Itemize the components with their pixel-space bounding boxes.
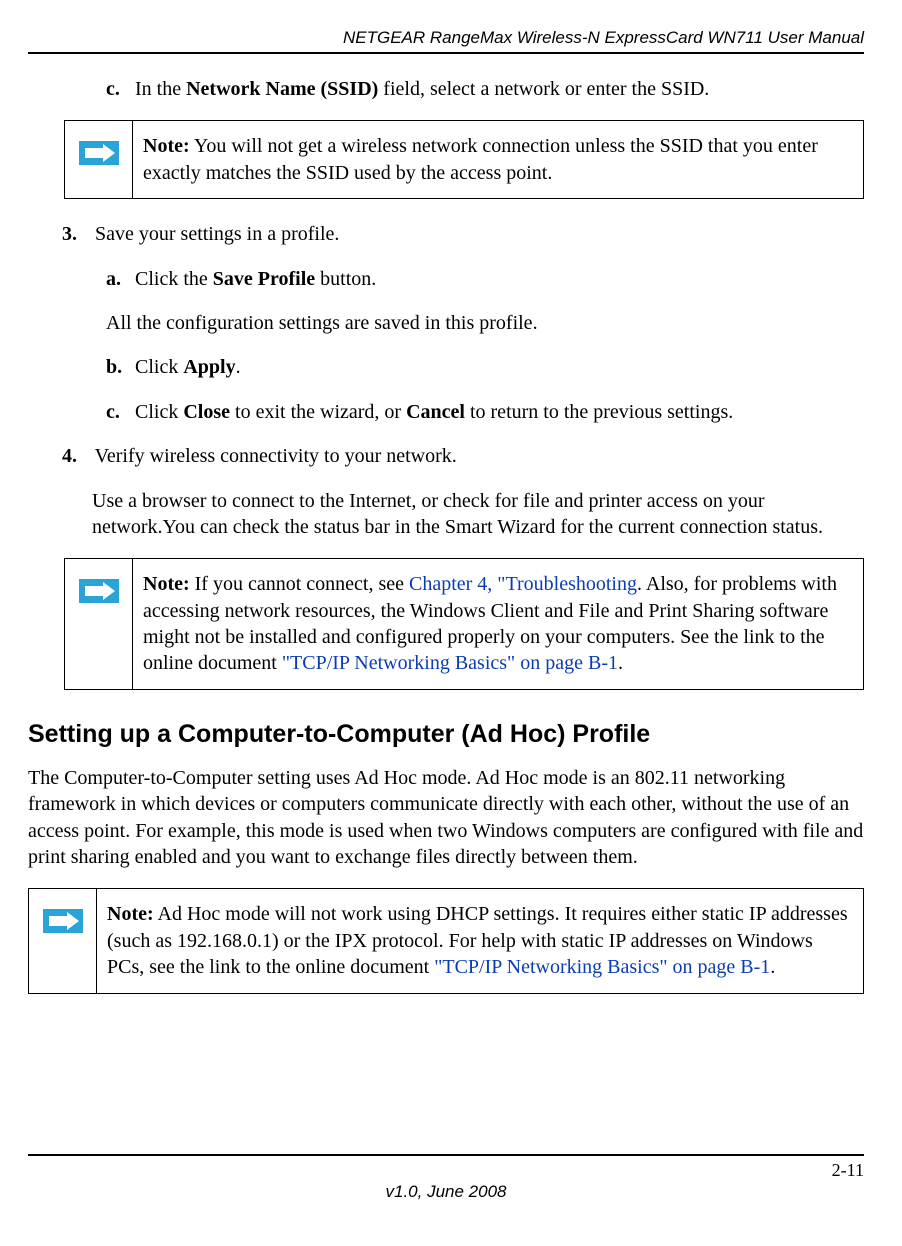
note-label-3: Note: xyxy=(107,903,154,925)
step-3c-text-1: Click xyxy=(135,401,183,423)
arrow-right-icon xyxy=(79,579,119,603)
step-4-text: Verify wireless connectivity to your net… xyxy=(95,445,457,467)
note-icon-cell-2 xyxy=(65,559,133,689)
note-box-1: Note: You will not get a wireless networ… xyxy=(64,120,864,199)
step-3a-text-2: button. xyxy=(315,268,376,290)
note-text-3: Note: Ad Hoc mode will not work using DH… xyxy=(97,889,863,992)
step-3: 3. Save your settings in a profile. xyxy=(62,221,864,247)
step-3b-text-1: Click xyxy=(135,356,183,378)
page-number: 2-11 xyxy=(832,1160,864,1181)
note-icon-cell-3 xyxy=(29,889,97,992)
list-label-3: 3. xyxy=(62,221,90,247)
note-text-2: Note: If you cannot connect, see Chapter… xyxy=(133,559,863,689)
step-3c-text-3: to return to the previous settings. xyxy=(465,401,733,423)
step-2c-text-2: field, select a network or enter the SSI… xyxy=(378,78,709,100)
list-label-3b: b. xyxy=(106,354,130,380)
step-2c-text-1: In the xyxy=(135,78,186,100)
note-label-2: Note: xyxy=(143,573,190,595)
step-3a: a. Click the Save Profile button. xyxy=(106,266,864,292)
step-3c-bold2: Cancel xyxy=(406,401,465,423)
step-2c-bold: Network Name (SSID) xyxy=(186,78,378,100)
note-label-1: Note: xyxy=(143,135,190,157)
note-text-1: Note: You will not get a wireless networ… xyxy=(133,121,863,198)
section-paragraph: The Computer-to-Computer setting uses Ad… xyxy=(28,765,864,871)
step-3c-bold1: Close xyxy=(183,401,230,423)
note2-t1: If you cannot connect, see xyxy=(190,573,409,595)
note3-t2: . xyxy=(770,956,775,978)
note-box-2: Note: If you cannot connect, see Chapter… xyxy=(64,558,864,690)
footer: 2-11 v1.0, June 2008 xyxy=(0,1154,902,1218)
note2-link-1[interactable]: Chapter 4, "Troubleshooting xyxy=(409,573,637,595)
note3-link-1[interactable]: "TCP/IP Networking Basics" on page B-1 xyxy=(434,956,770,978)
step-2c: c. In the Network Name (SSID) field, sel… xyxy=(106,76,864,102)
header-title: NETGEAR RangeMax Wireless-N ExpressCard … xyxy=(28,28,864,48)
step-3a-text-1: Click the xyxy=(135,268,213,290)
note2-link-2[interactable]: "TCP/IP Networking Basics" on page B-1 xyxy=(282,652,618,674)
step-3-text: Save your settings in a profile. xyxy=(95,223,339,245)
note-box-3: Note: Ad Hoc mode will not work using DH… xyxy=(28,888,864,993)
list-label-c: c. xyxy=(106,76,130,102)
list-label-3a: a. xyxy=(106,266,130,292)
step-3c: c. Click Close to exit the wizard, or Ca… xyxy=(106,399,864,425)
arrow-right-icon xyxy=(79,141,119,165)
step-3b: b. Click Apply. xyxy=(106,354,864,380)
note-body-1: You will not get a wireless network conn… xyxy=(143,135,818,183)
section-heading: Setting up a Computer-to-Computer (Ad Ho… xyxy=(28,720,864,749)
footer-rule xyxy=(28,1154,864,1156)
header-rule xyxy=(28,52,864,54)
list-label-4: 4. xyxy=(62,443,90,469)
step-3b-text-2: . xyxy=(236,356,241,378)
note2-t3: . xyxy=(618,652,623,674)
arrow-right-icon xyxy=(43,909,83,933)
step-3c-text-2: to exit the wizard, or xyxy=(230,401,406,423)
list-label-3c: c. xyxy=(106,399,130,425)
step-3a-bold: Save Profile xyxy=(213,268,315,290)
step-4-body: Use a browser to connect to the Internet… xyxy=(92,488,864,541)
footer-version: v1.0, June 2008 xyxy=(386,1182,507,1202)
note-icon-cell-1 xyxy=(65,121,133,198)
step-3a-body: All the configuration settings are saved… xyxy=(106,310,864,336)
step-3b-bold: Apply xyxy=(183,356,235,378)
step-4: 4. Verify wireless connectivity to your … xyxy=(62,443,864,469)
